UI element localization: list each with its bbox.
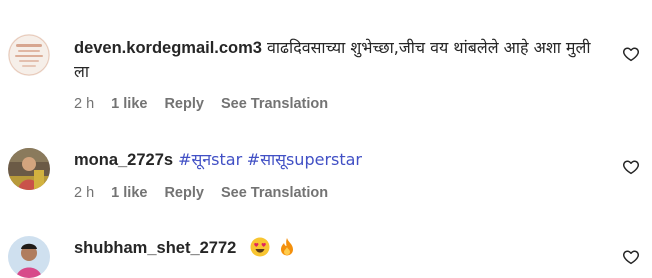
avatar-image	[8, 148, 50, 190]
hashtag-link[interactable]: #सूनstar	[178, 150, 242, 169]
comment-meta: 2 h 1 like Reply See Translation	[74, 96, 345, 112]
like-heart-icon[interactable]	[622, 248, 640, 266]
like-heart-icon[interactable]	[622, 158, 640, 176]
username[interactable]: mona_2727s	[74, 151, 173, 169]
username[interactable]: shubham_shet_2772	[74, 239, 236, 257]
likes-count[interactable]: 1 like	[111, 185, 147, 201]
heart-eyes-emoji-icon	[250, 237, 270, 257]
likes-count[interactable]: 1 like	[111, 96, 147, 112]
hashtag-link[interactable]: #सासूsuperstar	[247, 150, 362, 169]
reply-button[interactable]: Reply	[164, 96, 204, 112]
comment-text: mona_2727s #सूनstar #सासूsuperstar	[74, 148, 609, 172]
avatar-image	[8, 34, 50, 76]
reply-button[interactable]: Reply	[164, 185, 204, 201]
like-heart-icon[interactable]	[622, 45, 640, 63]
avatar-image	[8, 236, 50, 278]
avatar[interactable]	[8, 148, 50, 190]
comment-meta: 2 h 1 like Reply See Translation	[74, 185, 345, 201]
see-translation-button[interactable]: See Translation	[221, 185, 328, 201]
username[interactable]: deven.kordegmail.com3	[74, 39, 262, 57]
fire-emoji-icon	[280, 238, 293, 256]
avatar[interactable]	[8, 236, 50, 278]
timestamp[interactable]: 2 h	[74, 96, 94, 112]
see-translation-button[interactable]: See Translation	[221, 96, 328, 112]
timestamp[interactable]: 2 h	[74, 185, 94, 201]
avatar[interactable]	[8, 34, 50, 76]
comment-text: shubham_shet_2772	[74, 236, 609, 260]
comment-text: deven.kordegmail.com3 वाढदिवसाच्या शुभेच्…	[74, 36, 609, 84]
